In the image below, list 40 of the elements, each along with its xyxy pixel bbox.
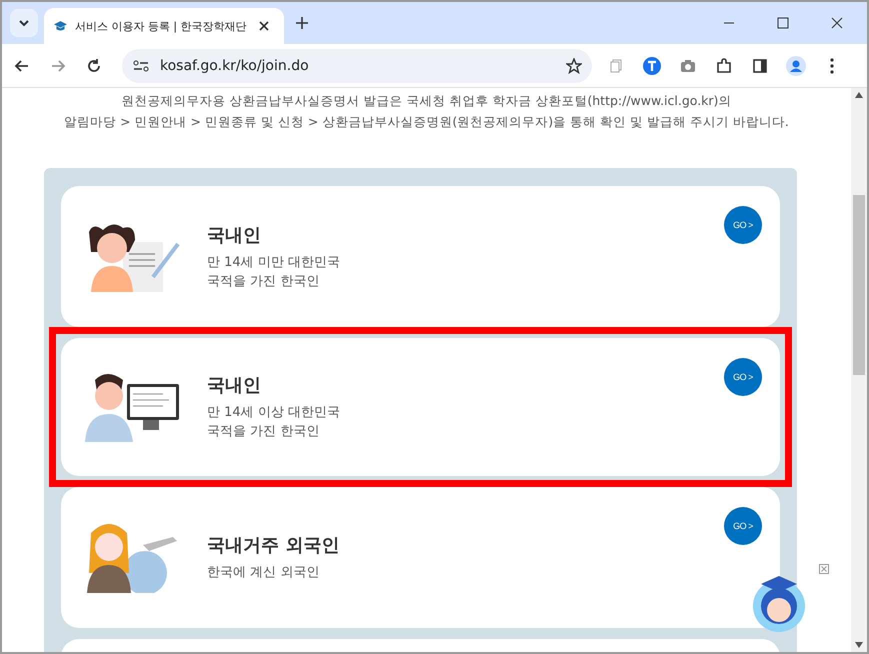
scroll-down-icon: [855, 642, 863, 648]
side-panel-icon: [752, 58, 768, 74]
card-description: 국적을 가진 한국인: [207, 272, 320, 290]
letter-t-icon: [643, 56, 661, 74]
url-text: kosaf.go.kr/ko/join.do: [160, 58, 310, 74]
graduation-cap-icon: [54, 20, 67, 32]
arrow-right-icon: [50, 58, 66, 74]
star-icon: [566, 58, 582, 74]
scrollbar-thumb[interactable]: [853, 195, 865, 375]
site-settings-icon: [132, 58, 150, 72]
card-description: 국적을 가진 한국인: [207, 423, 320, 441]
address-bar[interactable]: kosaf.go.kr/ko/join.do: [122, 48, 592, 82]
camera-icon: [680, 58, 696, 74]
go-button[interactable]: GO >: [724, 206, 762, 244]
notice-text: 원천공제의무자용 상환금납부사실증명서 발급은 국세청 취업후 학자금 상환포털(http://www.icl.go.kr)의: [122, 92, 732, 110]
tab-list-button[interactable]: [10, 9, 38, 37]
close-icon: [259, 21, 270, 31]
plus-icon: [295, 16, 309, 30]
browser-tab[interactable]: 서비스 이용자 등록 | 한국장학재단: [44, 8, 284, 44]
arrow-left-icon: [14, 58, 30, 74]
card-description: 한국에 계신 외국인: [207, 564, 320, 582]
card-description: 만 14세 이상 대한민국: [207, 404, 340, 422]
card-title: 국내인: [207, 374, 262, 397]
maximize-icon: [777, 17, 789, 29]
copy-icon: [608, 58, 624, 74]
notice-text: 알림마당 > 민원안내 > 민원종류 및 신청 > 상환금납부사실증명원(원천공제의무자)을 통해 확인 및 발급해 주시기 바랍니다.: [64, 113, 789, 131]
scroll-up-icon: [855, 92, 863, 98]
profile-button[interactable]: [784, 54, 808, 78]
reload-icon: [86, 58, 102, 74]
go-button[interactable]: GO >: [724, 358, 762, 396]
close-icon[interactable]: [819, 564, 829, 574]
puzzle-icon: [716, 58, 732, 74]
more-vertical-icon: [830, 58, 834, 74]
go-button[interactable]: GO >: [724, 507, 762, 545]
tab-title: 서비스 이용자 등록 | 한국장학재단: [74, 18, 247, 34]
card-description: 만 14세 미만 대한민국: [207, 254, 340, 272]
avatar-icon: [786, 56, 806, 76]
close-icon: [831, 17, 843, 29]
card-title: 국내인: [207, 224, 262, 246]
card-title: 국내거주 외국인: [207, 534, 340, 557]
